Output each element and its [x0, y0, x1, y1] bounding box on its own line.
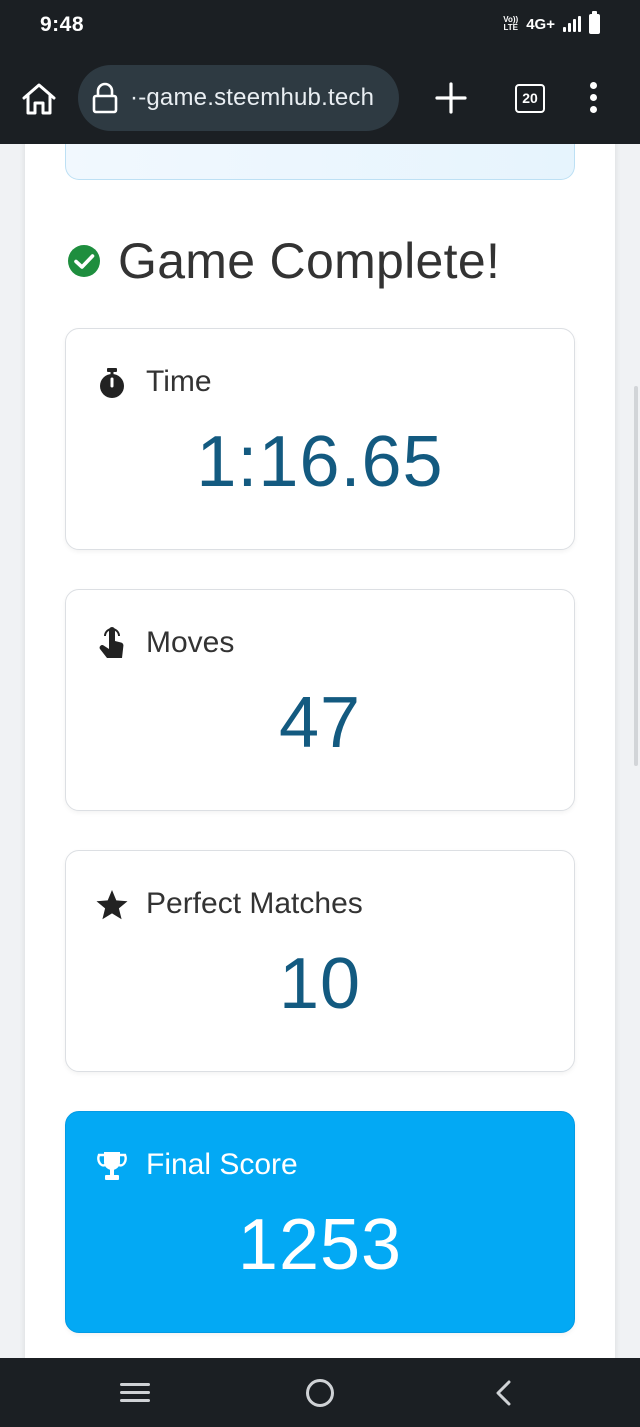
moves-value: 47 — [278, 683, 362, 763]
status-time: 9:48 — [40, 13, 85, 36]
url-bar[interactable]: ·-game.steemhub.tech — [78, 65, 399, 131]
nav-home-icon[interactable] — [306, 1379, 334, 1407]
back-icon[interactable] — [492, 1379, 514, 1407]
new-tab-icon[interactable] — [434, 80, 468, 116]
status-bar: 9:48 Vo)) LTE 4G+ — [0, 0, 640, 52]
time-value: 1:16.65 — [196, 422, 444, 502]
network-type: 4G+ — [526, 15, 555, 33]
recent-apps-icon[interactable] — [120, 1383, 150, 1403]
more-menu-icon[interactable] — [584, 82, 604, 114]
moves-stat-card: Moves 47 — [65, 589, 575, 811]
home-icon[interactable] — [20, 81, 58, 117]
page-content: Game Complete! Time 1:16.65 Moves 47 Per… — [0, 144, 640, 1358]
volte-icon: Vo)) LTE — [503, 15, 519, 32]
perfect-matches-value: 10 — [278, 944, 362, 1024]
game-card: Game Complete! Time 1:16.65 Moves 47 Per… — [25, 144, 615, 1358]
pointing-hand-icon — [99, 627, 124, 658]
stat-label: Final Score — [146, 1148, 298, 1181]
top-panel — [65, 144, 575, 180]
system-nav-bar — [0, 1358, 640, 1427]
game-complete-heading: Game Complete! — [67, 232, 500, 290]
url-text: ·-game.steemhub.tech — [130, 84, 375, 111]
battery-icon — [589, 11, 600, 34]
time-stat-card: Time 1:16.65 — [65, 328, 575, 550]
stat-label: Moves — [146, 626, 235, 659]
signal-icon — [563, 16, 581, 32]
browser-toolbar: ·-game.steemhub.tech 20 — [0, 52, 640, 144]
final-score-value: 1253 — [237, 1205, 403, 1285]
final-score-card: Final Score 1253 — [65, 1111, 575, 1333]
lock-icon — [92, 82, 118, 114]
stat-label: Time — [146, 365, 212, 398]
stopwatch-icon — [100, 368, 124, 398]
perfect-matches-stat-card: Perfect Matches 10 — [65, 850, 575, 1072]
trophy-icon — [97, 1152, 127, 1180]
status-icons: Vo)) LTE 4G+ — [503, 11, 600, 34]
scrollbar[interactable] — [634, 386, 638, 766]
stat-label: Perfect Matches — [146, 887, 363, 920]
page-title: Game Complete! — [118, 233, 501, 289]
tab-switcher-button[interactable]: 20 — [515, 84, 545, 113]
check-circle-icon — [68, 245, 100, 277]
star-icon — [96, 890, 128, 920]
